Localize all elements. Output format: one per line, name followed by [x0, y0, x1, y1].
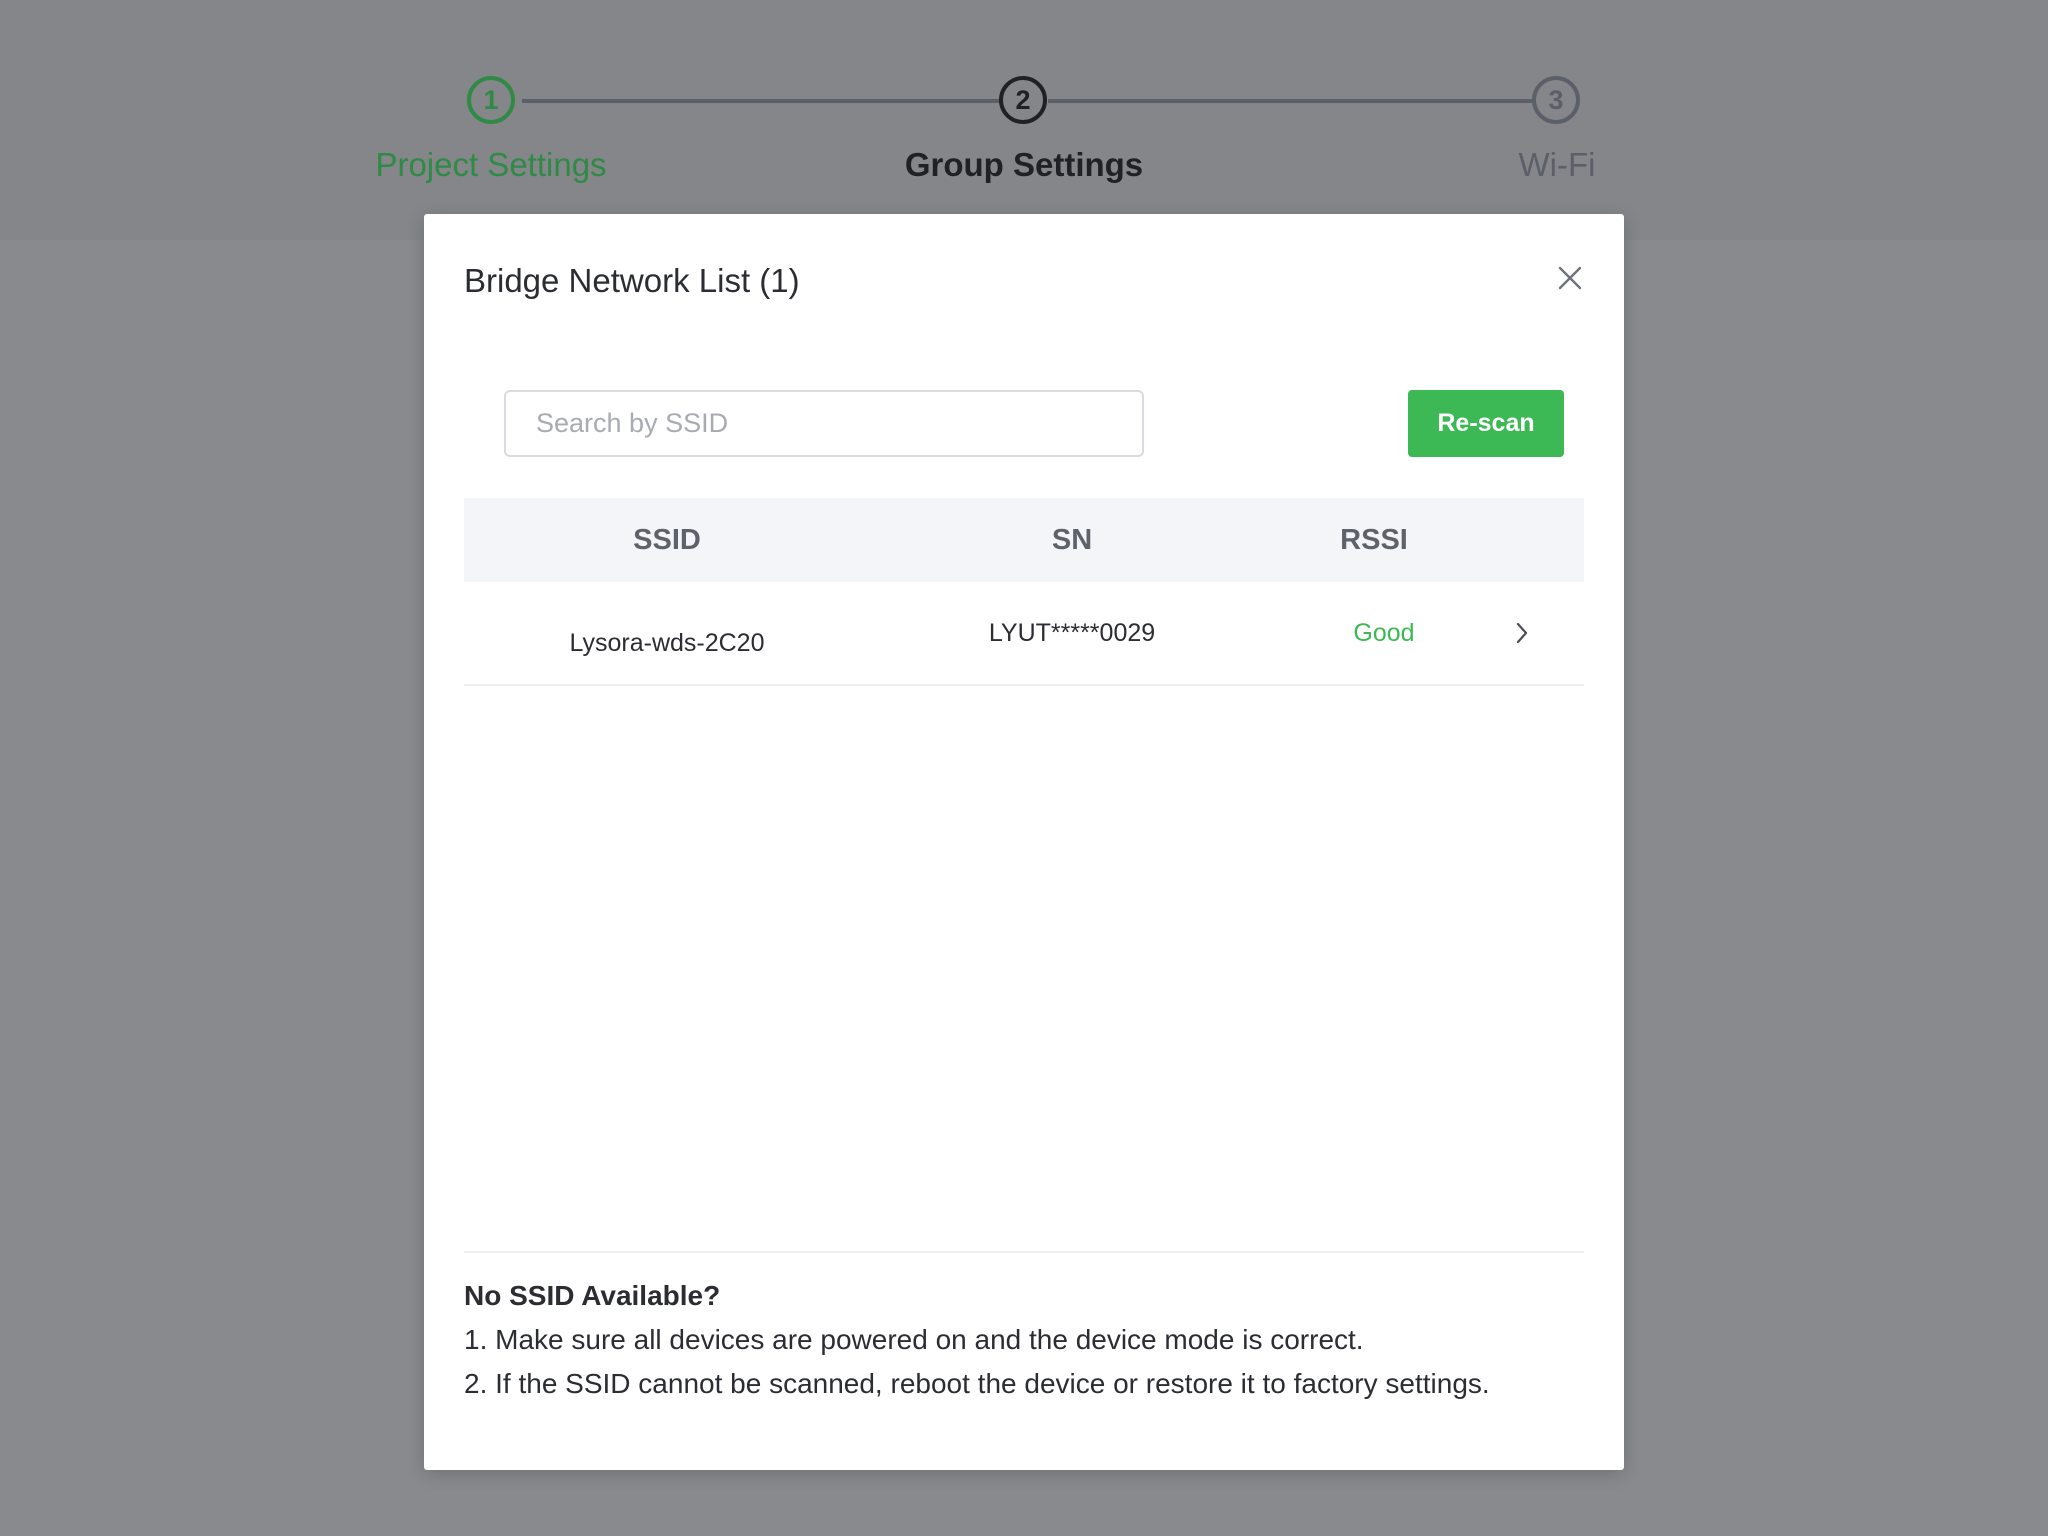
step-2-label: Group Settings	[904, 146, 1144, 183]
row-sn: LYUT*****0029	[988, 619, 1156, 647]
help-divider	[464, 1251, 1584, 1253]
step-1-number: 1	[483, 84, 499, 115]
column-header-rssi: RSSI	[1340, 524, 1408, 556]
help-line-1: 1. Make sure all devices are powered on …	[464, 1324, 1364, 1355]
step-2-number: 2	[1015, 84, 1031, 115]
step-connector-2-3	[1048, 99, 1534, 103]
table-header: SSID SN RSSI	[464, 498, 1584, 582]
step-3-number: 3	[1548, 84, 1564, 115]
column-header-sn: SN	[1051, 524, 1093, 556]
step-3-label: Wi-Fi	[1518, 146, 1596, 183]
close-button[interactable]	[1552, 260, 1588, 296]
step-connector-1-2	[522, 99, 1000, 103]
bridge-network-modal: Bridge Network List (1) Re-scan SSID SN …	[424, 214, 1624, 1470]
help-title: No SSID Available?	[464, 1280, 721, 1311]
step-2-circle: 2	[999, 76, 1047, 124]
chevron-right-icon	[1516, 622, 1528, 644]
search-input[interactable]	[504, 390, 1144, 457]
close-icon	[1558, 266, 1582, 290]
rescan-button[interactable]: Re-scan	[1408, 390, 1564, 457]
row-rssi: Good	[1353, 619, 1415, 647]
modal-title: Bridge Network List (1)	[464, 262, 800, 299]
step-1-label: Project Settings	[375, 146, 607, 183]
step-1-circle: 1	[467, 76, 515, 124]
help-line-2: 2. If the SSID cannot be scanned, reboot…	[464, 1368, 1490, 1399]
table-row[interactable]: Lysora-wds-2C20 LYUT*****0029 Good	[464, 582, 1584, 686]
network-table: SSID SN RSSI Lysora-wds-2C20 LYUT*****00…	[464, 498, 1584, 686]
row-ssid: Lysora-wds-2C20	[569, 629, 765, 657]
stepper: 1 2 3 Project Settings Group Settings Wi…	[0, 0, 2048, 240]
column-header-ssid: SSID	[633, 524, 701, 556]
step-3-circle: 3	[1532, 76, 1580, 124]
